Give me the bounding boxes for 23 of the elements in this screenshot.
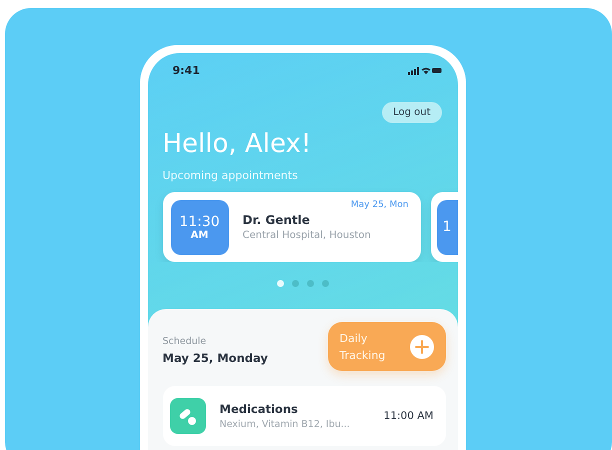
time-badge: 11:30 AM <box>170 200 228 254</box>
pager-dot[interactable] <box>322 280 328 287</box>
schedule-date: May 25, Monday <box>162 351 268 365</box>
greeting: Hello, Alex! <box>162 128 312 159</box>
appointment-date: May 25, Mon <box>350 200 408 210</box>
pill-icon <box>170 398 206 434</box>
appointment-card[interactable]: 11:30 AM May 25, Mon Dr. Gentle Central Hospital, Houston <box>162 192 420 262</box>
plus-icon <box>410 334 434 358</box>
status-time: 9:41 <box>172 64 200 77</box>
item-detail: Nexium, Vitamin B12, Ibu... <box>220 419 351 430</box>
section-title: Upcoming appointments <box>162 168 299 182</box>
logout-button[interactable]: Log out <box>382 102 442 123</box>
item-title: Medications <box>220 402 299 416</box>
doctor-name: Dr. Gentle <box>242 213 311 227</box>
time-badge: 1 <box>436 200 458 254</box>
medication-card[interactable]: Medications Nexium, Vitamin B12, Ibu... 11:00 AM <box>162 386 446 446</box>
pager-dot[interactable] <box>292 280 298 287</box>
hospital-address: Central Hospital, Houston <box>242 230 371 241</box>
item-time: 11:00 AM <box>384 410 434 422</box>
status-icons <box>408 66 442 75</box>
schedule-label: Schedule <box>162 336 208 347</box>
pager-dot[interactable] <box>306 280 314 287</box>
pager-dot[interactable] <box>276 280 284 287</box>
